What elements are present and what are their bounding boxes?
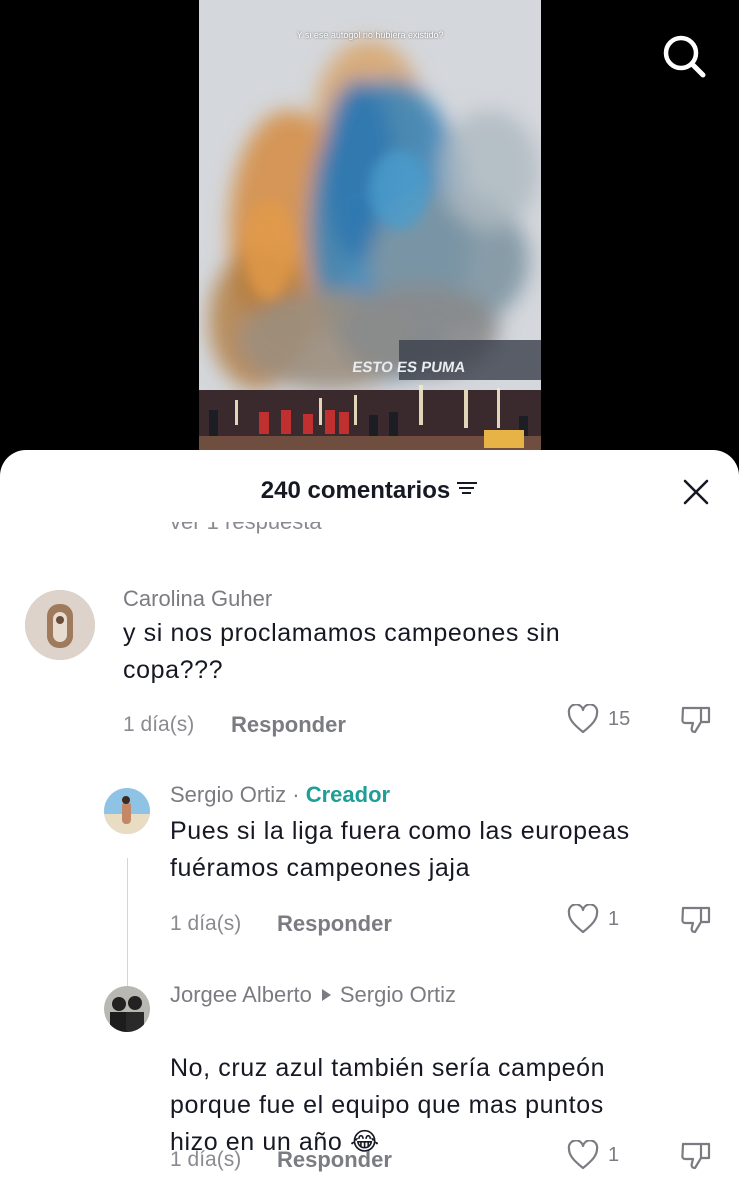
video-frame[interactable]: ESTO ES PUMA Y si ese autogol no hubiera… [199, 0, 541, 460]
heart-icon [567, 904, 599, 934]
reply-to-name: Sergio Ortiz [339, 982, 457, 1007]
comment-username[interactable]: Carolina Guher [123, 586, 272, 612]
comment-time: 1 día(s) [123, 713, 195, 736]
reply-arrow-icon [321, 989, 331, 1001]
reply-button[interactable]: Responder [277, 911, 392, 937]
reply-button[interactable]: Responder [277, 1147, 392, 1173]
author-name: Jorgee Alberto [170, 982, 312, 1007]
like-count: 1 [608, 1144, 620, 1166]
svg-text:ESTO ES PUMA: ESTO ES PUMA [351, 359, 466, 376]
author-name: Sergio Ortiz [170, 782, 287, 807]
thumbs-down-icon[interactable] [679, 1138, 713, 1172]
thumbs-down-icon[interactable] [679, 702, 713, 736]
reply-item: Jorgee Alberto Sergio Ortiz No, cruz azul… [0, 978, 739, 1198]
avatar[interactable] [25, 590, 95, 660]
comment-username[interactable]: Jorgee Alberto Sergio Ortiz [170, 982, 456, 1008]
thumbs-down-icon[interactable] [679, 902, 713, 936]
reply-button[interactable]: Responder [231, 712, 346, 738]
comment-text-body: No, cruz azul también sería campeón porq… [170, 1054, 606, 1156]
heart-icon [567, 1140, 599, 1170]
thread-line [127, 858, 128, 990]
filter-icon[interactable] [456, 476, 478, 504]
stadium-smoke-image: ESTO ES PUMA [199, 0, 541, 460]
heart-icon [567, 704, 599, 734]
creator-badge: Creador [305, 782, 391, 807]
view-replies-link[interactable]: ver 1 respuesta [170, 522, 470, 544]
reply-item: Sergio Ortiz · Creador Pues si la liga f… [0, 778, 739, 948]
comments-sheet: 240 comentarios ver 1 respuesta Carolina… [0, 450, 739, 1200]
comment-text: No, cruz azul también sería campeón porq… [170, 1013, 605, 1161]
search-icon[interactable] [660, 32, 708, 80]
close-icon[interactable] [680, 476, 712, 508]
comment-text: y si nos proclamamos campeones sin copa?… [123, 619, 561, 684]
video-player[interactable]: ESTO ES PUMA Y si ese autogol no hubiera… [0, 0, 739, 470]
comments-header: 240 comentarios [0, 450, 739, 530]
comment-username[interactable]: Sergio Ortiz · Creador [170, 782, 390, 808]
comments-count-label: 240 comentarios [260, 477, 451, 504]
name-separator: · [292, 782, 300, 807]
video-caption: Y si ese autogol no hubiera existido? [296, 30, 444, 40]
comment-time: 1 día(s) [170, 912, 242, 935]
like-count: 15 [608, 708, 631, 730]
avatar[interactable] [104, 986, 150, 1032]
like-count: 1 [608, 908, 620, 930]
comments-count-title: 240 comentarios [0, 477, 739, 505]
like-button[interactable]: 15 [567, 702, 637, 738]
comment-time: 1 día(s) [170, 1148, 242, 1171]
like-button[interactable]: 1 [567, 1138, 637, 1174]
comment-item: Carolina Guher y si nos proclamamos camp… [0, 578, 739, 748]
avatar[interactable] [104, 788, 150, 834]
comment-text: Pues si la liga fuera como las europeas … [170, 817, 630, 882]
like-button[interactable]: 1 [567, 902, 637, 938]
